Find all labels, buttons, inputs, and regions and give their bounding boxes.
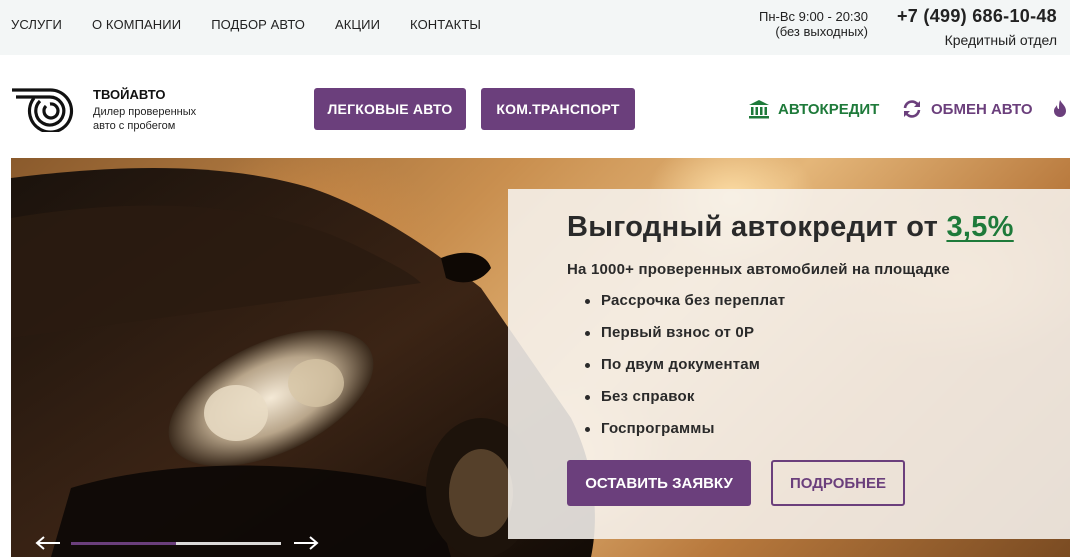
department-label: Кредитный отдел (944, 32, 1057, 48)
hero-banner: Выгодный автокредит от 3,5% На 1000+ про… (11, 158, 1070, 557)
cars-button[interactable]: ЛЕГКОВЫЕ АВТО (314, 88, 466, 130)
hero-title: Выгодный автокредит от 3,5% (567, 211, 1014, 244)
top-bar: УСЛУГИ О КОМПАНИИ ПОДБОР АВТО АКЦИИ КОНТ… (0, 0, 1070, 55)
brand-name: ТВОЙАВТО (93, 87, 166, 102)
list-item: Без справок (584, 389, 785, 421)
submit-application-button[interactable]: ОСТАВИТЬ ЗАЯВКУ (567, 460, 751, 506)
autocredit-link[interactable]: АВТОКРЕДИТ (748, 99, 879, 119)
top-nav: УСЛУГИ О КОМПАНИИ ПОДБОР АВТО АКЦИИ КОНТ… (11, 17, 511, 32)
list-item: По двум документам (584, 357, 785, 389)
car-exchange-link[interactable]: ОБМЕН АВТО (901, 99, 1033, 119)
hero-rate[interactable]: 3,5% (946, 211, 1013, 243)
more-info-button[interactable]: ПОДРОБНЕЕ (771, 460, 905, 506)
nav-item-contacts[interactable]: КОНТАКТЫ (410, 17, 481, 32)
brand-tagline: Дилер проверенных авто с пробегом (93, 106, 197, 132)
phone-link[interactable]: +7 (499) 686-10-48 (897, 6, 1057, 27)
slider-progress[interactable] (71, 542, 281, 545)
working-hours: Пн-Вс 9:00 - 20:30 (без выходных) (735, 9, 868, 39)
commercial-transport-button[interactable]: КОМ.ТРАНСПОРТ (481, 88, 635, 130)
fire-icon (1054, 100, 1066, 117)
hero-title-text: Выгодный автокредит от (567, 211, 947, 243)
list-item: Рассрочка без переплат (584, 293, 785, 325)
hours-text: Пн-Вс 9:00 - 20:30 (758, 9, 868, 24)
list-item: Первый взнос от 0Р (584, 325, 785, 357)
list-item: Госпрограммы (584, 421, 785, 453)
autocredit-label: АВТОКРЕДИТ (778, 100, 880, 118)
nav-item-car-selection[interactable]: ПОДБОР АВТО (211, 17, 305, 32)
car-exchange-label: ОБМЕН АВТО (931, 100, 1033, 118)
hero-subtitle: На 1000+ проверенных автомобилей на площ… (567, 261, 950, 278)
nav-item-about[interactable]: О КОМПАНИИ (92, 17, 181, 32)
slider-progress-fill (71, 542, 176, 545)
hours-note: (без выходных) (775, 24, 868, 39)
logo-icon[interactable] (10, 84, 80, 132)
bank-icon (749, 100, 769, 119)
phone-block: +7 (499) 686-10-48 Кредитный отдел (897, 6, 1057, 48)
arrow-left-icon[interactable] (35, 535, 61, 551)
promo-panel: Выгодный автокредит от 3,5% На 1000+ про… (508, 189, 1070, 539)
arrow-right-icon[interactable] (293, 535, 319, 551)
refresh-icon (903, 100, 921, 118)
nav-item-services[interactable]: УСЛУГИ (11, 17, 62, 32)
site-header: ТВОЙАВТО Дилер проверенных авто с пробег… (0, 55, 1070, 158)
nav-item-promotions[interactable]: АКЦИИ (335, 17, 380, 32)
feature-list: Рассрочка без переплат Первый взнос от 0… (584, 293, 785, 453)
hot-offers-link[interactable] (1050, 99, 1070, 119)
